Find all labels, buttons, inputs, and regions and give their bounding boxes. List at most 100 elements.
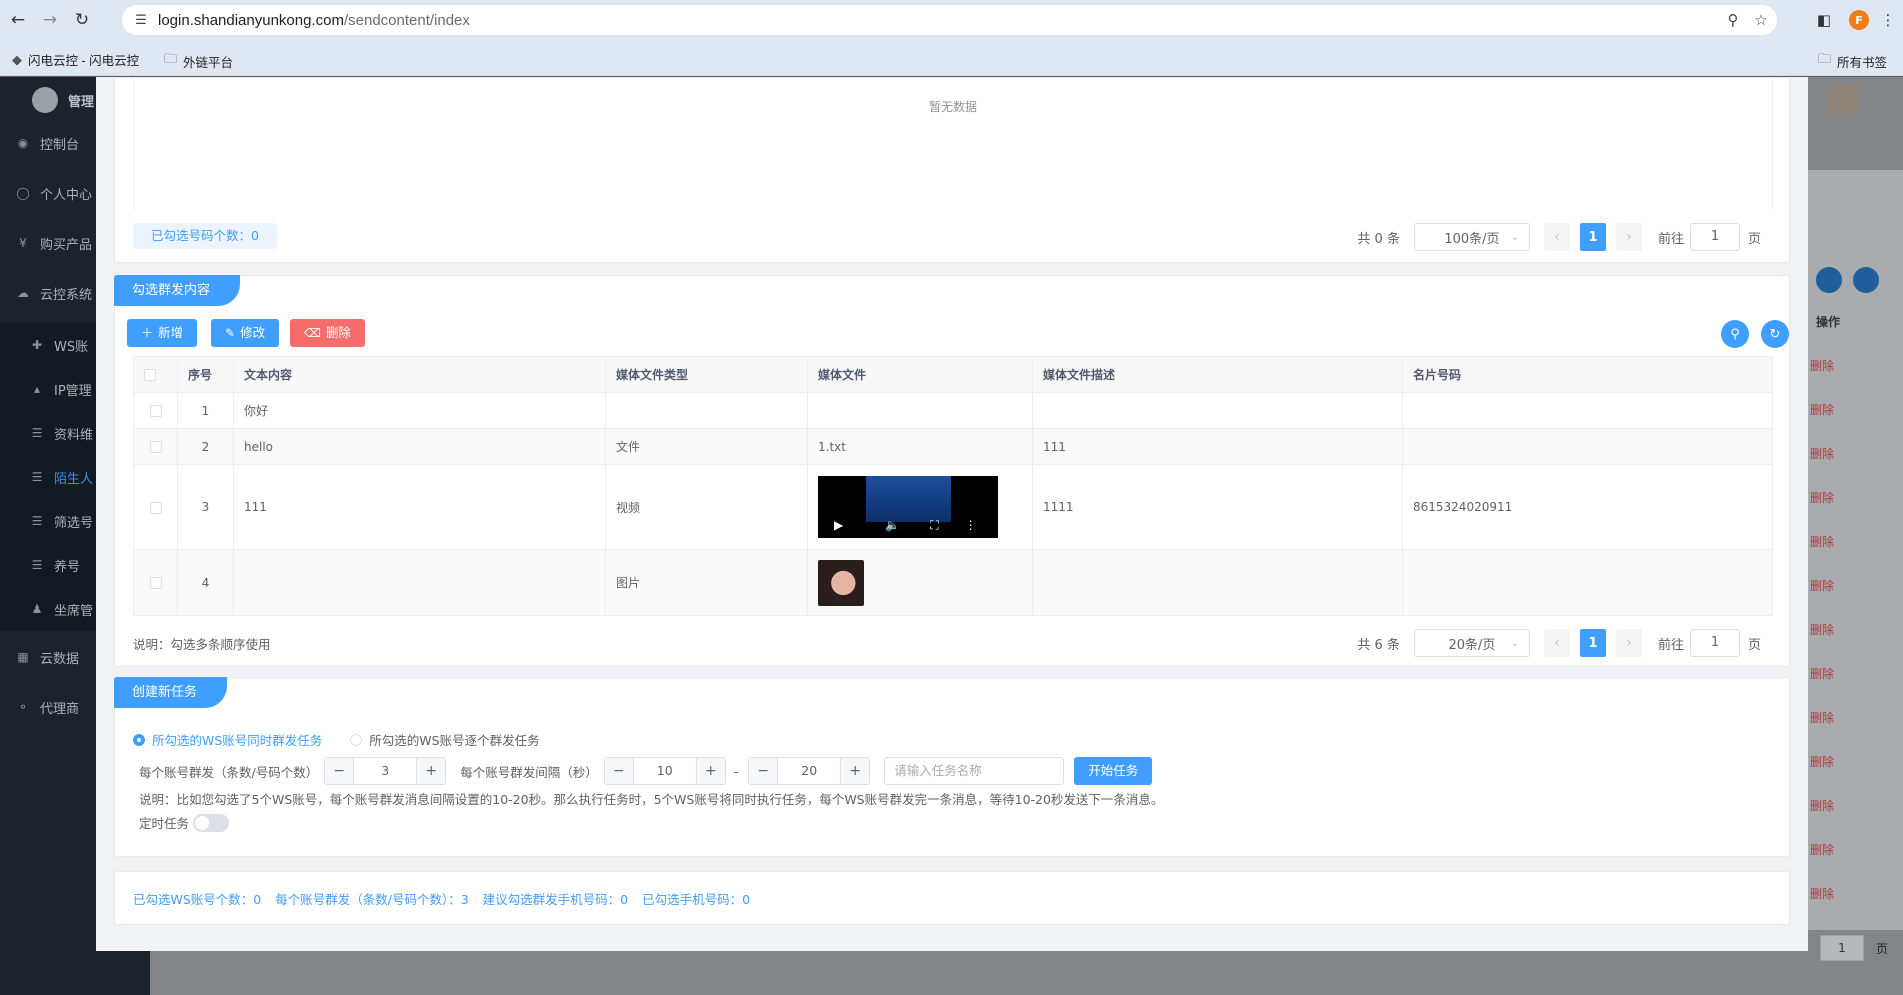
radio-sequential-label[interactable]: 所勾选的WS账号逐个群发任务 (369, 730, 539, 749)
row-checkbox[interactable] (149, 577, 162, 589)
sidepanel-icon[interactable]: ◧ (1812, 8, 1836, 32)
delete-button[interactable]: ⌫ 删除 (290, 319, 365, 347)
delete-link[interactable]: 删除 (1810, 709, 1834, 726)
add-button[interactable]: ＋新增 (127, 319, 198, 347)
fullscreen-icon[interactable]: ⛶ (930, 518, 938, 533)
all-bookmarks[interactable]: 🗀 所有书签 (1818, 50, 1887, 72)
per-account-value[interactable]: 3 (353, 758, 418, 784)
interval-max-stepper[interactable]: − 20 + (748, 757, 871, 785)
zoom-icon[interactable]: ⚲ (1722, 9, 1744, 31)
delete-link[interactable]: 删除 (1810, 753, 1834, 770)
delete-link[interactable]: 删除 (1810, 357, 1834, 374)
task-name-input[interactable]: 请输入任务名称 (884, 757, 1065, 785)
video-player[interactable]: ▶ 🔈 ⛶ ⋮ (818, 476, 998, 538)
pagination-total: 共 6 条 (1357, 637, 1400, 653)
user-icon: ◯ (16, 186, 30, 200)
goto-input[interactable]: 1 (1689, 629, 1740, 657)
search-icon[interactable]: ⚲ (1721, 320, 1749, 348)
current-page[interactable]: 1 (1579, 629, 1606, 657)
logo (32, 87, 58, 113)
delete-link[interactable]: 删除 (1810, 885, 1834, 902)
more-icon[interactable]: ⋮ (965, 518, 977, 532)
image-thumbnail[interactable] (818, 559, 864, 606)
row-checkbox[interactable] (149, 405, 162, 417)
phone-table-card: 暂无数据 已勾选号码个数：0 共 0 条 100条/页 ⌄ ‹ 1 › 前往 1 … (114, 77, 1790, 263)
row-text (233, 549, 606, 616)
reload-icon[interactable]: ↻ (68, 6, 96, 34)
ip-icon: ▴ (33, 382, 41, 396)
volume-icon[interactable]: 🔈 (885, 518, 900, 532)
radio-simultaneous[interactable] (133, 733, 145, 746)
decrement-button[interactable]: − (749, 758, 778, 784)
table-header: 序号 文本内容 媒体文件类型 媒体文件 媒体文件描述 名片号码 (133, 356, 1773, 393)
increment-button[interactable]: + (417, 758, 446, 784)
avatar[interactable] (1828, 84, 1858, 114)
delete-link[interactable]: 删除 (1810, 621, 1834, 638)
table-row[interactable]: 2 hello 文件 1.txt 111 (133, 428, 1773, 465)
delete-link[interactable]: 删除 (1810, 401, 1834, 418)
back-icon[interactable]: ← (4, 6, 32, 34)
next-page-button[interactable]: › (1615, 223, 1642, 251)
address-bar[interactable]: ☰ login.shandianyunkong.com/sendcontent/… (122, 5, 1777, 35)
bookmark-item[interactable]: ◆ 闪电云控 - 闪电云控 (12, 50, 139, 69)
content-note: 说明：勾选多条顺序使用 (133, 637, 271, 652)
empty-text: 暂无数据 (928, 100, 977, 114)
current-page[interactable]: 1 (1579, 223, 1606, 251)
interval-separator: - (733, 763, 739, 779)
task-card: 创建新任务 所勾选的WS账号同时群发任务 所勾选的WS账号逐个群发任务 每个账号… (114, 677, 1790, 857)
radio-simultaneous-label[interactable]: 所勾选的WS账号同时群发任务 (152, 730, 322, 749)
delete-link[interactable]: 删除 (1810, 445, 1834, 462)
row-card-number (1402, 392, 1773, 429)
prev-page-button[interactable]: ‹ (1543, 629, 1570, 657)
row-media-type (605, 392, 808, 429)
bookmark-star-icon[interactable]: ☆ (1750, 9, 1772, 31)
decrement-button[interactable]: − (325, 758, 354, 784)
row-checkbox[interactable] (149, 501, 162, 514)
scheduled-toggle[interactable] (193, 813, 230, 832)
delete-link[interactable]: 删除 (1810, 797, 1834, 814)
select-all-checkbox[interactable] (144, 369, 156, 381)
increment-button[interactable]: + (841, 758, 870, 784)
row-media-file (807, 392, 1033, 429)
page-size-select[interactable]: 20条/页 ⌄ (1413, 629, 1530, 657)
ws-count: 已勾选WS账号个数：0 (133, 892, 262, 907)
menu-icon[interactable]: ⋮ (1876, 8, 1900, 32)
increment-button[interactable]: + (696, 758, 725, 784)
table-row[interactable]: 1 你好 (133, 392, 1773, 429)
edit-button[interactable]: ✎ 修改 (211, 319, 280, 347)
delete-link[interactable]: 删除 (1810, 577, 1834, 594)
start-task-button[interactable]: 开始任务 (1074, 757, 1153, 785)
goto-input[interactable]: 1 (1689, 223, 1740, 251)
list-icon: ☰ (31, 426, 43, 440)
decrement-button[interactable]: − (604, 758, 633, 784)
interval-min-value[interactable]: 10 (632, 758, 697, 784)
row-index: 3 (177, 464, 234, 550)
refresh-icon[interactable]: ↻ (1761, 320, 1789, 348)
bookmark-folder[interactable]: 🗀 外链平台 (164, 50, 233, 72)
radio-sequential[interactable] (350, 733, 363, 746)
row-media-type: 视频 (605, 464, 808, 550)
profile-avatar[interactable]: F (1847, 8, 1871, 32)
interval-max-value[interactable]: 20 (777, 758, 842, 784)
delete-link[interactable]: 删除 (1810, 665, 1834, 682)
page-size-select[interactable]: 100条/页 ⌄ (1413, 223, 1530, 251)
table-row[interactable]: 4 图片 (133, 549, 1773, 616)
row-card-number (1402, 549, 1773, 616)
per-account-stepper[interactable]: − 3 + (324, 757, 447, 785)
row-checkbox[interactable] (149, 441, 162, 453)
site-info-icon[interactable]: ☰ (130, 9, 152, 31)
search-icon[interactable] (1816, 267, 1842, 293)
forward-icon[interactable]: → (36, 6, 64, 34)
delete-link[interactable]: 删除 (1810, 489, 1834, 506)
refresh-icon[interactable] (1853, 267, 1879, 293)
data-icon: ▦ (17, 650, 29, 664)
play-icon[interactable]: ▶ (834, 518, 843, 532)
delete-link[interactable]: 删除 (1810, 533, 1834, 550)
delete-link[interactable]: 删除 (1810, 841, 1834, 858)
page-input[interactable]: 1 (1820, 935, 1864, 961)
next-page-button[interactable]: › (1615, 629, 1642, 657)
prev-page-button[interactable]: ‹ (1543, 223, 1570, 251)
table-row[interactable]: 3 111 视频 ▶ 🔈 ⛶ ⋮ 1111 8615324020911 (133, 464, 1773, 550)
interval-min-stepper[interactable]: − 10 + (603, 757, 726, 785)
url-text[interactable]: login.shandianyunkong.com/sendcontent/in… (158, 12, 470, 29)
